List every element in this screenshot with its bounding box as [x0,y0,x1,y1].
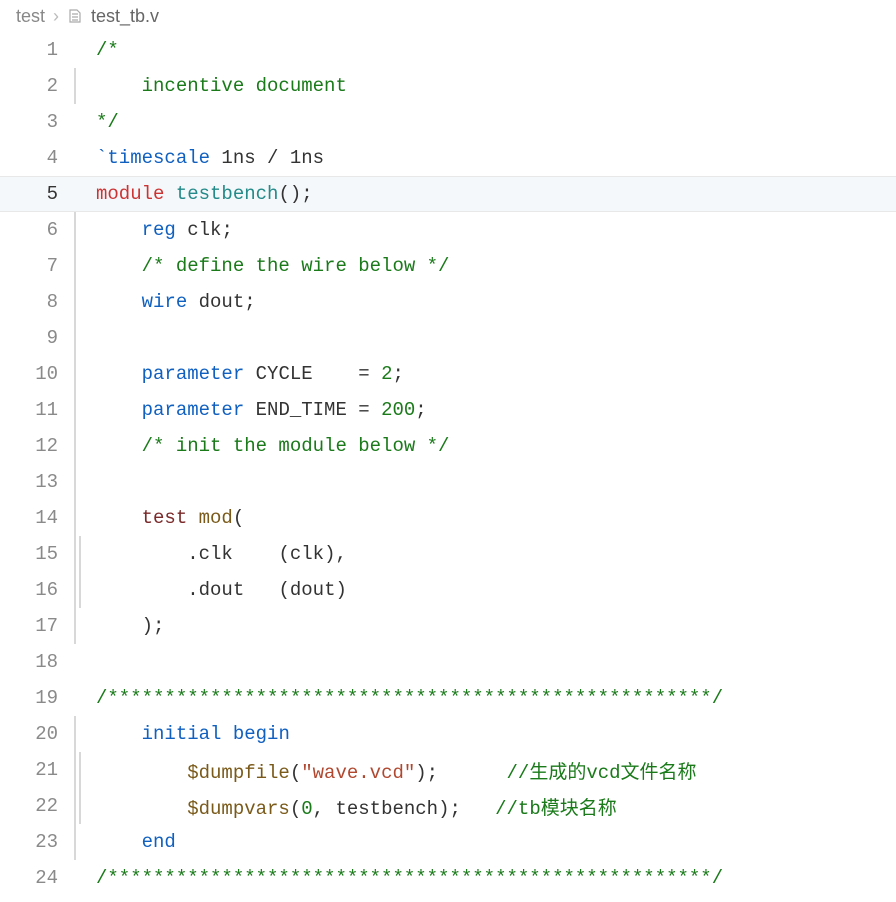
code-content[interactable]: `timescale 1ns / 1ns [96,147,896,169]
indent-guide [74,752,96,788]
code-line[interactable]: 24 /*************************************… [0,860,896,896]
code-content[interactable]: parameter CYCLE = 2; [96,363,896,385]
code-content[interactable]: */ [96,111,896,133]
indent-guide [74,716,96,752]
code-line[interactable]: 19 /*************************************… [0,680,896,716]
line-number: 12 [0,435,74,457]
indent-guide [74,464,96,500]
line-number: 2 [0,75,74,97]
file-icon [67,8,83,24]
code-content[interactable]: ); [96,615,896,637]
code-content[interactable]: /* [96,39,896,61]
code-line[interactable]: 2 incentive document [0,68,896,104]
code-content[interactable]: $dumpvars(0, testbench); //tb模块名称 [96,793,896,820]
code-content[interactable]: module testbench(); [96,183,896,205]
code-editor[interactable]: 1 /* 2 incentive document 3 */ 4 `timescale 1n… [0,32,896,896]
indent-guide [74,428,96,464]
line-number: 13 [0,471,74,493]
line-number: 18 [0,651,74,673]
indent-guide [74,248,96,284]
line-number: 22 [0,795,74,817]
code-line[interactable]: 9 [0,320,896,356]
indent-guide [74,320,96,356]
line-number: 16 [0,579,74,601]
code-line[interactable]: 16 .dout (dout) [0,572,896,608]
line-number: 14 [0,507,74,529]
breadcrumb[interactable]: test › test_tb.v [0,0,896,32]
code-line[interactable]: 5 module testbench(); [0,176,896,212]
code-line[interactable]: 1 /* [0,32,896,68]
code-line[interactable]: 7 /* define the wire below */ [0,248,896,284]
code-content[interactable]: /***************************************… [96,687,896,709]
code-content[interactable]: reg clk; [96,219,896,241]
line-number: 24 [0,867,74,889]
code-content[interactable]: /* init the module below */ [96,435,896,457]
indent-guide [74,608,96,644]
line-number: 8 [0,291,74,313]
code-line[interactable]: 18 [0,644,896,680]
code-line[interactable]: 11 parameter END_TIME = 200; [0,392,896,428]
breadcrumb-separator-icon: › [53,6,59,27]
indent-guide [74,356,96,392]
line-number: 5 [0,183,74,205]
code-content[interactable]: parameter END_TIME = 200; [96,399,896,421]
line-number: 3 [0,111,74,133]
line-number: 7 [0,255,74,277]
code-line[interactable]: 20 initial begin [0,716,896,752]
code-content[interactable]: incentive document [96,75,896,97]
code-content[interactable]: /* define the wire below */ [96,255,896,277]
code-line[interactable]: 8 wire dout; [0,284,896,320]
line-number: 4 [0,147,74,169]
indent-guide [74,500,96,536]
indent-guide [74,536,96,572]
line-number: 9 [0,327,74,349]
code-content[interactable]: wire dout; [96,291,896,313]
code-line[interactable]: 22 $dumpvars(0, testbench); //tb模块名称 [0,788,896,824]
line-number: 15 [0,543,74,565]
indent-guide [74,212,96,248]
code-line[interactable]: 13 [0,464,896,500]
code-line[interactable]: 6 reg clk; [0,212,896,248]
indent-guide [74,392,96,428]
code-line[interactable]: 17 ); [0,608,896,644]
breadcrumb-file[interactable]: test_tb.v [91,6,159,27]
line-number: 6 [0,219,74,241]
line-number: 17 [0,615,74,637]
code-content[interactable]: .clk (clk), [96,543,896,565]
code-line[interactable]: 23 end [0,824,896,860]
code-line[interactable]: 12 /* init the module below */ [0,428,896,464]
code-line[interactable]: 10 parameter CYCLE = 2; [0,356,896,392]
code-line[interactable]: 3 */ [0,104,896,140]
line-number: 21 [0,759,74,781]
indent-guide [74,284,96,320]
code-content[interactable]: $dumpfile("wave.vcd"); //生成的vcd文件名称 [96,757,896,784]
code-line[interactable]: 21 $dumpfile("wave.vcd"); //生成的vcd文件名称 [0,752,896,788]
code-content[interactable]: test mod( [96,507,896,529]
line-number: 23 [0,831,74,853]
line-number: 10 [0,363,74,385]
code-content[interactable]: .dout (dout) [96,579,896,601]
code-content[interactable]: end [96,831,896,853]
code-line[interactable]: 4 `timescale 1ns / 1ns [0,140,896,176]
line-number: 11 [0,399,74,421]
line-number: 1 [0,39,74,61]
line-number: 20 [0,723,74,745]
indent-guide [74,572,96,608]
indent-guide [74,788,96,824]
code-line[interactable]: 14 test mod( [0,500,896,536]
indent-guide [74,68,96,104]
code-content[interactable]: /***************************************… [96,867,896,889]
indent-guide [74,824,96,860]
code-line[interactable]: 15 .clk (clk), [0,536,896,572]
breadcrumb-folder[interactable]: test [16,6,45,27]
code-content[interactable]: initial begin [96,723,896,745]
line-number: 19 [0,687,74,709]
